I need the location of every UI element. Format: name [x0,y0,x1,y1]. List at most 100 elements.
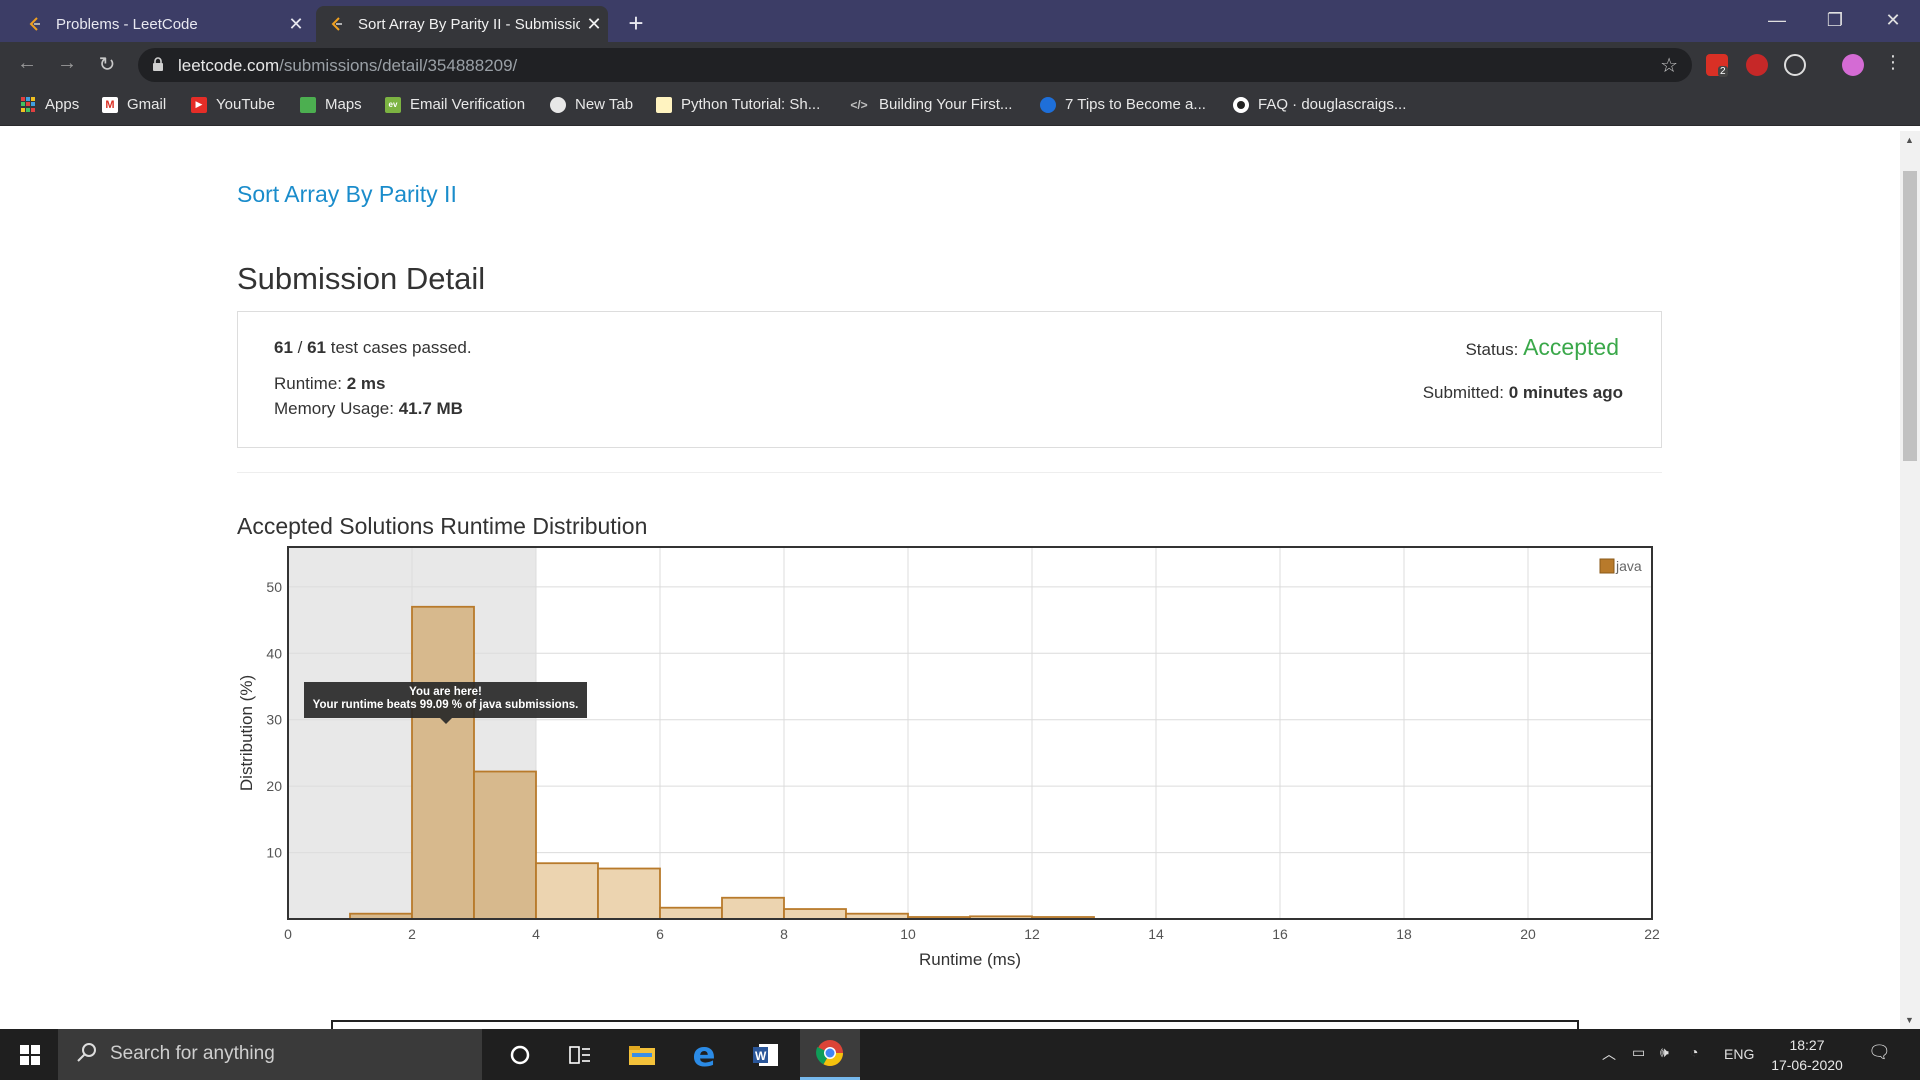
submission-detail-heading: Submission Detail [237,261,486,296]
page-scrollbar[interactable]: ▲ ▼ [1900,131,1920,1029]
runtime-info: Runtime: 2 ms [274,374,386,393]
refresh-extension-icon[interactable] [1784,54,1806,76]
battery-icon[interactable]: ▭ [1632,1044,1645,1061]
notifications-icon[interactable]: 🗨 [1868,1042,1891,1063]
bookmark-building-first[interactable]: </> Building Your First... [848,96,1012,113]
bookmark-label: Building Your First... [879,96,1013,113]
forward-icon[interactable]: → [54,52,80,75]
bookmark-label: Python Tutorial: Sh... [681,96,821,113]
task-view-icon[interactable] [550,1029,610,1080]
status-badge: Accepted [1523,334,1619,360]
x-tick-label: 12 [1024,926,1040,942]
bookmark-faq[interactable]: FAQ · douglascraigs... [1233,96,1406,113]
edge-icon[interactable]: e [674,1029,734,1080]
bookmark-star-icon[interactable]: ☆ [1660,53,1678,78]
profile-avatar[interactable] [1842,54,1864,76]
y-tick-label: 50 [266,579,282,595]
reload-icon[interactable]: ↻ [94,52,120,77]
legend-swatch [1599,558,1615,574]
bookmark-7-tips[interactable]: 7 Tips to Become a... [1040,96,1206,113]
submitted-info: Submitted: 0 minutes ago [1422,383,1623,402]
bookmark-label: Apps [45,96,80,113]
search-icon [76,1042,98,1070]
close-tab-icon[interactable]: ✕ [282,14,310,35]
y-tick-label: 40 [266,645,282,661]
tab-title: Problems - LeetCode [56,15,198,33]
y-tick-label: 10 [266,845,282,861]
system-clock[interactable]: 18:27 17-06-2020 [1762,1035,1852,1075]
language-indicator[interactable]: ENG [1724,1046,1754,1062]
bookmark-youtube[interactable]: ▶ YouTube [191,96,275,113]
x-axis-label: Runtime (ms) [919,950,1021,969]
windows-start-icon[interactable] [0,1029,60,1080]
extension-badge: 2 [1718,66,1728,77]
volume-icon[interactable]: 🕪 [1660,1044,1669,1061]
divider [237,472,1662,473]
more-menu-icon[interactable]: ⋮ [1880,52,1906,73]
distribution-heading: Accepted Solutions Runtime Distribution [237,513,648,539]
bookmark-python-tutorial[interactable]: Python Tutorial: Sh... [656,96,820,113]
scrollbar-thumb[interactable] [1903,171,1917,461]
browser-toolbar: ← → ↻ leetcode.com/submissions/detail/35… [0,42,1920,88]
tab-submission[interactable]: Sort Array By Parity II - Submissio ✕ [316,6,608,42]
bookmark-label: Email Verification [410,96,526,113]
clock-time: 18:27 [1789,1037,1825,1053]
runtime-tooltip: You are here! Your runtime beats 99.09 %… [304,682,587,724]
tab-strip: Problems - LeetCode ✕ Sort Array By Pari… [0,0,1920,42]
x-tick-label: 6 [656,926,664,942]
scroll-up-icon[interactable]: ▲ [1905,135,1914,145]
bookmark-label: 7 Tips to Become a... [1065,96,1206,113]
restore-icon[interactable]: ❐ [1806,0,1864,40]
email-verification-icon: ev [385,96,401,113]
search-placeholder: Search for anything [110,1043,275,1064]
address-bar[interactable]: leetcode.com/submissions/detail/35488820… [138,48,1692,82]
scroll-down-icon[interactable]: ▼ [1905,1015,1914,1025]
taskbar-search-box[interactable]: Search for anything [58,1029,482,1080]
bookmark-gmail[interactable]: M Gmail [102,96,166,113]
wifi-icon[interactable]: ◔ [1690,1044,1698,1060]
bar-2-3 [411,605,475,920]
x-tick-label: 4 [532,926,540,942]
tooltip-pointer-icon [440,718,452,724]
y-tick-label: 30 [266,712,282,728]
leetcode-icon [26,15,44,33]
file-explorer-icon[interactable] [612,1029,672,1080]
word-icon[interactable]: W [736,1029,796,1080]
x-tick-label: 16 [1272,926,1288,942]
cortana-icon[interactable] [490,1029,550,1080]
bookmark-label: New Tab [575,96,634,113]
new-tab-button[interactable]: + [624,8,648,39]
block-extension-icon[interactable] [1746,54,1768,76]
problem-title-link[interactable]: Sort Array By Parity II [237,181,457,208]
x-tick-label: 14 [1148,926,1164,942]
bar-3-4 [473,770,537,920]
y-tick-label: 20 [266,778,282,794]
bookmark-new-tab[interactable]: New Tab [550,96,633,113]
bar-5-6 [597,867,661,920]
back-icon[interactable]: ← [14,52,40,75]
code-icon: </> [850,97,868,112]
x-tick-label: 22 [1644,926,1660,942]
adblock-extension-icon[interactable]: 2 [1706,54,1728,77]
tray-chevron-icon[interactable]: ︿ [1602,1044,1616,1064]
close-tab-icon[interactable]: ✕ [580,14,608,35]
python-tutorial-icon [656,96,672,113]
bookmark-maps[interactable]: Maps [300,96,362,113]
clock-date: 17-06-2020 [1771,1057,1843,1073]
x-tick-label: 2 [408,926,416,942]
tab-problems[interactable]: Problems - LeetCode ✕ [14,6,310,42]
submission-detail-panel: 61 / 61 test cases passed. Runtime: 2 ms… [237,311,1662,448]
minimize-icon[interactable]: — [1748,0,1806,40]
bar-7-8 [721,896,785,920]
youtube-icon: ▶ [191,96,207,113]
windows-taskbar: Search for anything e W ︿ ▭ 🕪 ◔ ENG 18:2… [0,1029,1920,1080]
close-window-icon[interactable]: ✕ [1864,0,1920,40]
globe-icon [550,96,566,113]
tooltip-title: You are here! [409,686,482,698]
apps-grid-icon [20,96,36,113]
bookmark-apps[interactable]: Apps [20,96,79,113]
bar-4-5 [535,862,599,920]
chrome-icon[interactable] [800,1029,860,1080]
bookmark-email-verification[interactable]: ev Email Verification [385,96,525,113]
page-content: Sort Array By Parity II Submission Detai… [0,131,1900,1029]
